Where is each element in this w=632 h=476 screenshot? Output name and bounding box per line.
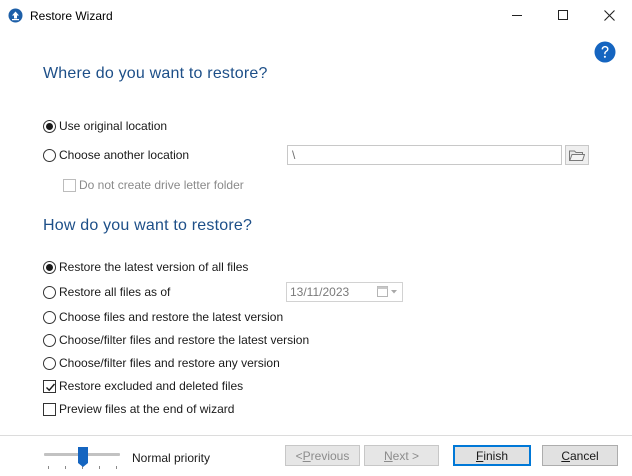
use-original-location-radio[interactable]: Use original location [43, 118, 167, 134]
cancel-button[interactable]: Cancel [542, 445, 618, 466]
radio-button[interactable] [43, 119, 56, 133]
slider-tick [99, 466, 100, 469]
choose-files-latest-radio[interactable]: Choose files and restore the latest vers… [43, 309, 283, 325]
option-label: Restore excluded and deleted files [59, 379, 244, 393]
priority-label: Normal priority [132, 451, 211, 465]
priority-slider[interactable] [44, 444, 120, 470]
filter-files-any-version-radio[interactable]: Choose/filter files and restore any vers… [43, 355, 280, 371]
slider-thumb[interactable] [78, 447, 88, 467]
option-label: Choose/filter files and restore any vers… [59, 356, 280, 370]
choose-another-location-radio[interactable]: Choose another location [43, 147, 189, 163]
checkbox[interactable] [63, 178, 76, 192]
location-path-input[interactable] [287, 145, 562, 165]
option-label: Restore all files as of [59, 285, 171, 299]
calendar-icon[interactable] [377, 286, 399, 301]
checkbox[interactable] [43, 402, 56, 416]
radio-button[interactable] [43, 333, 56, 347]
restore-excluded-checkbox[interactable]: Restore excluded and deleted files [43, 378, 243, 394]
footer-divider [0, 435, 632, 436]
preview-files-checkbox[interactable]: Preview files at the end of wizard [43, 401, 234, 417]
slider-tick [116, 466, 117, 469]
how-section-title: How do you want to restore? [43, 217, 253, 234]
browse-folder-button[interactable] [565, 145, 589, 165]
window-title: Restore Wizard [30, 9, 113, 23]
maximize-button[interactable] [540, 0, 586, 31]
option-label: Restore the latest version of all files [59, 260, 249, 274]
option-label: Do not create drive letter folder [79, 178, 244, 192]
radio-button[interactable] [43, 310, 56, 324]
radio-button[interactable] [43, 260, 56, 274]
previous-button[interactable]: < Previous [285, 445, 360, 466]
upload-cloud-icon [8, 8, 23, 23]
slider-tick [65, 466, 66, 469]
slider-tick [48, 466, 49, 469]
question-mark-icon[interactable] [594, 41, 616, 63]
maximize-icon [557, 10, 568, 20]
restore-all-as-of-radio[interactable]: Restore all files as of [43, 284, 170, 300]
option-label: Choose/filter files and restore the late… [59, 333, 310, 347]
no-drive-letter-checkbox[interactable]: Do not create drive letter folder [63, 177, 244, 193]
minimize-button[interactable] [494, 0, 540, 31]
check-icon [46, 383, 56, 391]
close-icon [603, 10, 615, 21]
finish-button[interactable]: Finish [453, 445, 531, 466]
radio-button[interactable] [43, 148, 56, 162]
minimize-icon [511, 15, 522, 16]
radio-button[interactable] [43, 356, 56, 370]
option-label: Use original location [59, 119, 168, 133]
close-button[interactable] [586, 0, 632, 31]
folder-icon [569, 150, 585, 161]
title-bar: Restore Wizard [0, 0, 632, 31]
restore-latest-all-radio[interactable]: Restore the latest version of all files [43, 259, 248, 275]
option-label: Choose files and restore the latest vers… [59, 310, 284, 324]
restore-date-picker[interactable]: 13/11/2023 [286, 282, 403, 302]
option-label: Choose another location [59, 148, 190, 162]
date-value: 13/11/2023 [290, 285, 350, 299]
where-section-title: Where do you want to restore? [43, 65, 268, 82]
next-button[interactable]: Next > [364, 445, 439, 466]
filter-files-latest-radio[interactable]: Choose/filter files and restore the late… [43, 332, 309, 348]
checkbox[interactable] [43, 379, 56, 393]
radio-button[interactable] [43, 285, 56, 299]
option-label: Preview files at the end of wizard [59, 402, 235, 416]
